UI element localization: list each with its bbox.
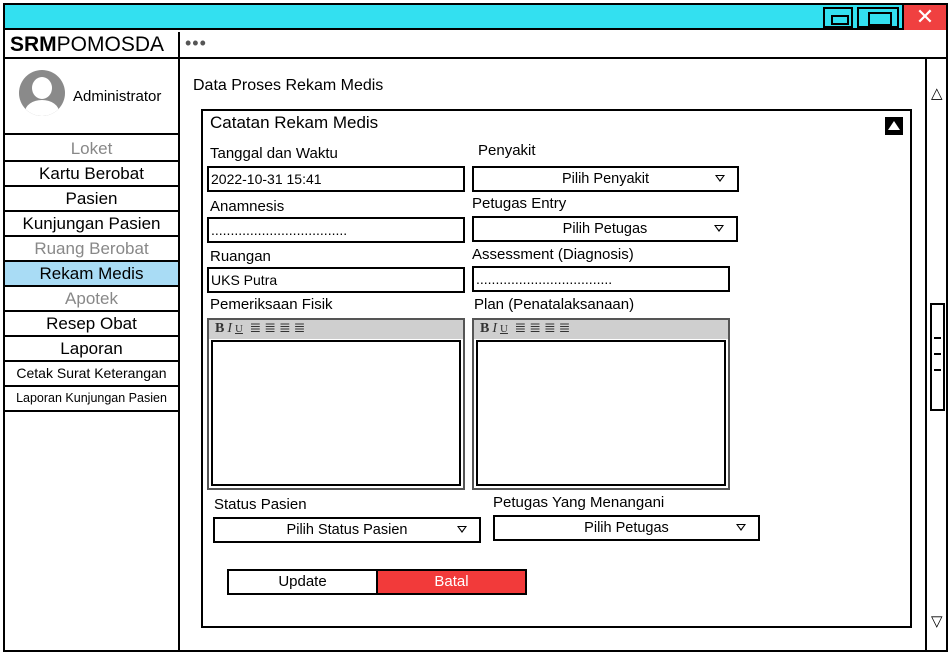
nav-header-apotek: Apotek <box>5 287 178 312</box>
align-right-icon[interactable]: ≣ <box>544 321 556 336</box>
collapse-icon[interactable] <box>885 117 903 135</box>
page-title: Data Proses Rekam Medis <box>193 77 384 94</box>
italic-icon[interactable]: I <box>227 321 232 336</box>
user-name: Administrator <box>73 88 162 105</box>
chevron-down-icon <box>714 225 724 232</box>
pemeriksaan-textarea[interactable] <box>211 340 461 486</box>
batal-button[interactable]: Batal <box>376 569 527 595</box>
chevron-down-icon <box>457 526 467 533</box>
scroll-up-icon[interactable]: △ <box>931 84 943 102</box>
penyakit-label: Penyakit <box>478 142 536 159</box>
status-pasien-select-value: Pilih Status Pasien <box>286 522 408 538</box>
brand-bold: SRM <box>10 33 57 56</box>
plan-editor[interactable]: BIU ≣ ≣ ≣ ≣ <box>472 318 730 490</box>
anamnesis-field[interactable]: ................................... <box>207 217 465 243</box>
anamnesis-label: Anamnesis <box>210 198 285 215</box>
sidebar-item-rekam-medis[interactable]: Rekam Medis <box>5 262 178 287</box>
panel-title: Catatan Rekam Medis <box>210 113 379 132</box>
menu-bar: SRMPOMOSDA ••• <box>5 32 946 59</box>
sidebar: Administrator Loket Kartu Berobat Pasien… <box>5 59 180 652</box>
sidebar-item-resep-obat[interactable]: Resep Obat <box>5 312 178 337</box>
nav-header-ruang-berobat: Ruang Berobat <box>5 237 178 262</box>
app-window: ✕ SRMPOMOSDA ••• Administrator Loket Kar… <box>3 3 948 652</box>
sidebar-item-pasien[interactable]: Pasien <box>5 187 178 212</box>
avatar-icon <box>19 70 65 116</box>
sidebar-item-cetak-surat-keterangan[interactable]: Cetak Surat Keterangan <box>5 362 178 387</box>
pemeriksaan-editor[interactable]: BIU ≣ ≣ ≣ ≣ <box>207 318 465 490</box>
editor-toolbar: BIU ≣ ≣ ≣ ≣ <box>209 320 463 339</box>
app-brand: SRMPOMOSDA <box>5 32 180 57</box>
nav-header-loket: Loket <box>5 137 178 162</box>
plan-label: Plan (Penatalaksanaan) <box>474 296 635 313</box>
align-left-icon[interactable]: ≣ <box>249 321 261 336</box>
align-right-icon[interactable]: ≣ <box>279 321 291 336</box>
sidebar-item-kunjungan-pasien[interactable]: Kunjungan Pasien <box>5 212 178 237</box>
petugas-menangani-label: Petugas Yang Menangani <box>493 494 665 511</box>
status-pasien-select[interactable]: Pilih Status Pasien <box>213 517 481 543</box>
chevron-down-icon <box>736 524 746 531</box>
italic-icon[interactable]: I <box>492 321 497 336</box>
align-center-icon[interactable]: ≣ <box>264 321 276 336</box>
justify-icon[interactable]: ≣ <box>559 321 571 336</box>
petugas-entry-select-value: Pilih Petugas <box>562 221 648 237</box>
update-button[interactable]: Update <box>227 569 378 595</box>
bold-icon[interactable]: B <box>480 321 489 336</box>
tanggal-label: Tanggal dan Waktu <box>210 145 338 162</box>
bold-icon[interactable]: B <box>215 321 224 336</box>
chevron-down-icon <box>715 175 725 182</box>
close-icon: ✕ <box>915 4 935 29</box>
petugas-menangani-select-value: Pilih Petugas <box>584 520 669 536</box>
close-button[interactable]: ✕ <box>902 5 946 30</box>
sidebar-nav: Loket Kartu Berobat Pasien Kunjungan Pas… <box>5 137 178 412</box>
more-menu-icon[interactable]: ••• <box>185 32 207 54</box>
sidebar-item-kartu-berobat[interactable]: Kartu Berobat <box>5 162 178 187</box>
assessment-field[interactable]: ................................... <box>472 266 730 292</box>
align-left-icon[interactable]: ≣ <box>514 321 526 336</box>
rekam-medis-panel: Catatan Rekam Medis Tanggal dan Waktu 20… <box>201 109 912 628</box>
penyakit-select[interactable]: Pilih Penyakit <box>472 166 739 192</box>
scroll-down-icon[interactable]: ▽ <box>931 612 943 630</box>
editor-toolbar: BIU ≣ ≣ ≣ ≣ <box>474 320 728 339</box>
underline-icon[interactable]: U <box>235 323 243 335</box>
justify-icon[interactable]: ≣ <box>294 321 306 336</box>
ruangan-label: Ruangan <box>210 248 271 265</box>
align-center-icon[interactable]: ≣ <box>529 321 541 336</box>
underline-icon[interactable]: U <box>500 323 508 335</box>
petugas-entry-select[interactable]: Pilih Petugas <box>472 216 738 242</box>
main-content: Data Proses Rekam Medis Catatan Rekam Me… <box>181 59 924 652</box>
scroll-thumb[interactable] <box>930 303 945 411</box>
assessment-label: Assessment (Diagnosis) <box>472 246 634 263</box>
pemeriksaan-label: Pemeriksaan Fisik <box>210 296 333 313</box>
vertical-scrollbar[interactable]: △ ▽ <box>925 59 946 652</box>
petugas-menangani-select[interactable]: Pilih Petugas <box>493 515 760 541</box>
user-profile: Administrator <box>5 59 178 135</box>
title-bar: ✕ <box>5 5 946 30</box>
ruangan-field[interactable]: UKS Putra <box>207 267 465 293</box>
status-pasien-label: Status Pasien <box>214 496 307 513</box>
penyakit-select-value: Pilih Penyakit <box>561 171 650 187</box>
minimize-button[interactable] <box>823 7 853 28</box>
sidebar-item-laporan[interactable]: Laporan <box>5 337 178 362</box>
tanggal-field[interactable]: 2022-10-31 15:41 <box>207 166 465 192</box>
petugas-entry-label: Petugas Entry <box>472 195 567 212</box>
plan-textarea[interactable] <box>476 340 726 486</box>
sidebar-item-laporan-kunjungan-pasien[interactable]: Laporan Kunjungan Pasien <box>5 387 178 412</box>
maximize-button[interactable] <box>857 7 899 28</box>
brand-rest: POMOSDA <box>56 33 165 56</box>
